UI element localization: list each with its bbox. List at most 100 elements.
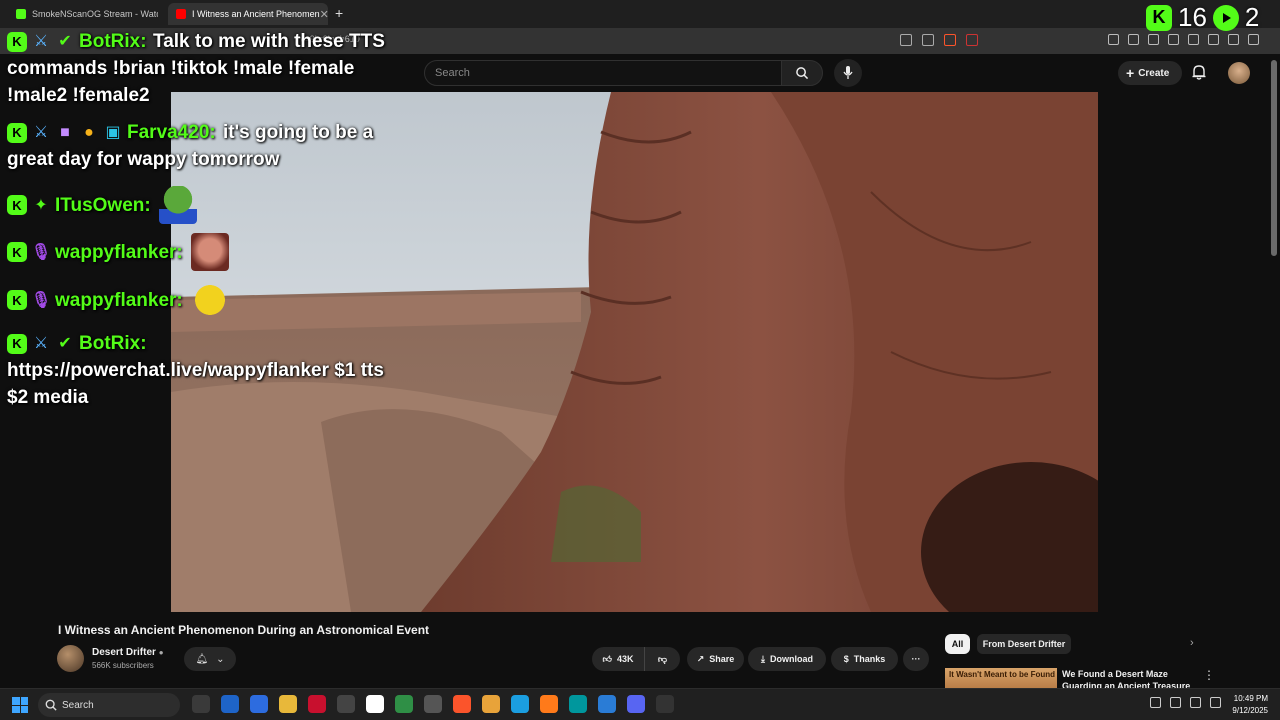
share-page-icon[interactable] [922, 34, 934, 46]
like-button[interactable]: 👍︎ 43K [592, 647, 644, 671]
remote-app-icon[interactable] [250, 695, 268, 713]
chat-username: BotRix: [79, 333, 147, 354]
kick-badge-icon: K [7, 290, 27, 310]
taskbar-clock[interactable]: 10:49 PM 9/12/2025 [1226, 693, 1268, 717]
verified-badge-icon: ✔ [58, 33, 72, 50]
brave-rewards-icon[interactable] [966, 34, 978, 46]
dislike-button[interactable]: 👎︎ [644, 647, 680, 671]
app-icon[interactable] [424, 695, 442, 713]
volume-icon[interactable] [1210, 697, 1221, 708]
menu-icon[interactable] [1248, 34, 1259, 45]
subscriber-count: 566K subscribers [92, 661, 154, 670]
share-icon: ↗ [696, 653, 705, 664]
app-icon[interactable] [395, 695, 413, 713]
voice-search-button[interactable] [834, 59, 862, 87]
recommended-title[interactable]: We Found a Desert Maze Guarding an Ancie… [1062, 668, 1202, 690]
kick-viewer-counter: K 16 2 [1146, 2, 1259, 33]
chat-text: https://powerchat.live/wappyflanker $1 t… [7, 360, 384, 408]
notifications-bell-icon[interactable] [1192, 64, 1206, 80]
firefox-icon[interactable] [540, 695, 558, 713]
recommended-thumbnail[interactable]: It Wasn't Meant to be Found [945, 668, 1057, 690]
extension-icon[interactable] [1128, 34, 1139, 45]
windows-start-icon[interactable] [12, 697, 28, 713]
clock-time: 10:49 PM [1233, 694, 1268, 703]
more-vertical-icon[interactable]: ⋮ [1203, 668, 1215, 682]
vpn-icon[interactable] [1228, 34, 1239, 45]
thanks-button[interactable]: $ Thanks [831, 647, 898, 671]
channel-avatar[interactable] [57, 645, 84, 672]
account-avatar[interactable] [1228, 62, 1250, 84]
browser-tab-youtube[interactable]: I Witness an Ancient Phenomen ✕ [168, 3, 328, 25]
network-icon[interactable] [1170, 697, 1181, 708]
app-icon[interactable] [308, 695, 326, 713]
plus-icon: + [1126, 65, 1135, 81]
cast-icon[interactable] [900, 34, 912, 46]
play-count: 2 [1244, 2, 1260, 32]
download-icon: ⤓ [761, 653, 765, 664]
app-icon[interactable] [656, 695, 674, 713]
sword-badge-icon: ⚔ [33, 124, 49, 141]
bell-icon: 🔔︎ [195, 653, 209, 665]
more-horizontal-icon: ··· [911, 654, 921, 664]
kick-badge-icon: K [7, 122, 27, 143]
clock-date: 9/12/2025 [1232, 706, 1268, 715]
file-explorer-icon[interactable] [279, 695, 297, 713]
gift-badge-icon: ■ [60, 124, 70, 141]
brave-browser-icon[interactable] [453, 695, 471, 713]
task-view-icon[interactable] [192, 695, 210, 713]
kick-count: 16 [1178, 2, 1207, 32]
pepe-emote [158, 186, 197, 224]
vscode-icon[interactable] [598, 695, 616, 713]
chevron-up-icon[interactable] [1150, 697, 1161, 708]
wallet-icon[interactable] [1188, 34, 1199, 45]
close-tab-icon[interactable]: ✕ [320, 8, 328, 21]
chat-message: K ✦ ITusOwen: [7, 186, 197, 224]
verified-icon: ● [158, 648, 164, 657]
chevron-right-icon[interactable]: › [1190, 637, 1194, 649]
share-button[interactable]: ↗ Share [687, 647, 744, 671]
chat-message: K ⚔ ✔ BotRix: Talk to me with these TTS … [7, 28, 397, 109]
new-tab-button[interactable]: + [335, 5, 343, 21]
search-input[interactable]: Search [424, 60, 782, 86]
super-thanks-icon: $ [843, 654, 849, 664]
search-button[interactable] [781, 60, 823, 86]
subscription-bell-button[interactable]: 🔔︎ ⌄ [184, 647, 236, 671]
more-actions-button[interactable]: ··· [903, 647, 929, 671]
browser-tab-kick[interactable]: SmokeNScanOG Stream - Watch Live [8, 3, 158, 25]
kick-badge-icon: K [7, 195, 27, 215]
discord-icon[interactable] [627, 695, 645, 713]
wifi-icon[interactable] [1190, 697, 1201, 708]
chip-from-channel[interactable]: From Desert Drifter [977, 634, 1071, 654]
edge-icon[interactable] [511, 695, 529, 713]
chip-all[interactable]: All [945, 634, 970, 654]
tab-label: I Witness an Ancient Phenomen [192, 9, 320, 19]
taskbar-apps [192, 695, 674, 713]
kick-logo-icon: K [1146, 4, 1172, 31]
tab-label: SmokeNScanOG Stream - Watch Live [32, 9, 158, 19]
sword-badge-icon: ⚔ [33, 33, 49, 50]
chrome-icon[interactable] [482, 695, 500, 713]
page-scrollbar[interactable] [1271, 60, 1277, 256]
brave-shield-icon[interactable] [944, 34, 956, 46]
coin-badge-icon: ● [84, 124, 94, 141]
microphone-badge-icon: 🎙︎ [30, 291, 52, 309]
download-label: Download [769, 654, 813, 664]
duck-emote [190, 281, 229, 319]
arduino-icon[interactable] [569, 695, 587, 713]
extension-icon[interactable] [1108, 34, 1119, 45]
chat-message: K ⚔ ✔ BotRix: https://powerchat.live/wap… [7, 330, 397, 411]
taskbar: Search 10:49 PM 9/12/2025 [0, 688, 1280, 720]
leo-ai-icon[interactable] [1208, 34, 1219, 45]
taskbar-search[interactable]: Search [38, 693, 180, 717]
channel-name[interactable]: Desert Drifter ● [92, 647, 164, 658]
kick-favicon-icon [16, 9, 26, 19]
download-button[interactable]: ⤓ Download [748, 647, 826, 671]
media-icon[interactable] [1148, 34, 1159, 45]
settings-app-icon[interactable] [337, 695, 355, 713]
chat-username: wappyflanker: [55, 289, 183, 311]
create-button[interactable]: + Create [1118, 61, 1182, 85]
outlook-icon[interactable] [221, 695, 239, 713]
sidebar-icon[interactable] [1168, 34, 1179, 45]
chat-message: K ⚔ ■ ● ▣ Farva420: it's going to be a g… [7, 119, 397, 173]
app-icon[interactable] [366, 695, 384, 713]
